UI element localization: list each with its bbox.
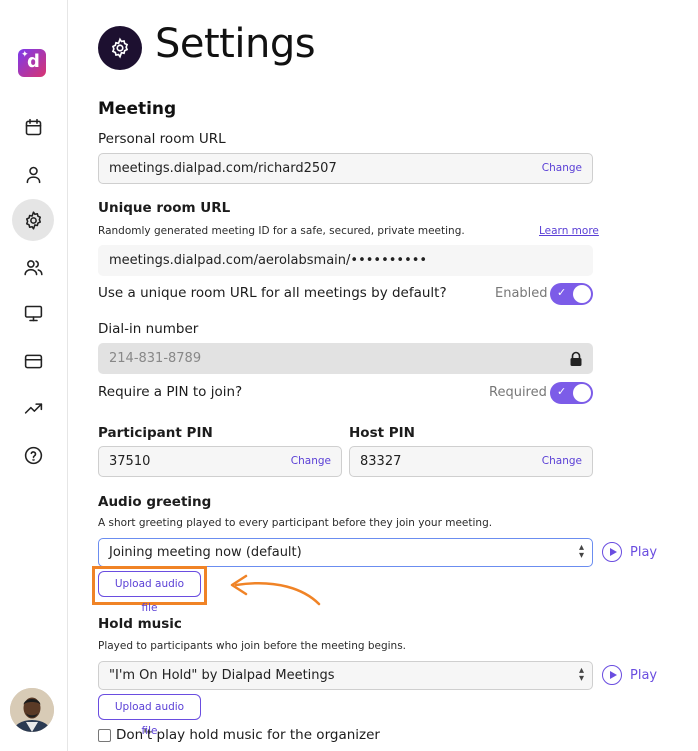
participant-pin-value: 37510 bbox=[109, 454, 151, 469]
dial-in-label: Dial-in number bbox=[98, 321, 199, 337]
host-pin-label: Host PIN bbox=[349, 425, 415, 441]
toggle-knob bbox=[573, 384, 591, 402]
help-icon bbox=[24, 446, 42, 464]
user-icon bbox=[26, 166, 40, 183]
trending-up-icon bbox=[24, 402, 42, 414]
credit-card-icon bbox=[24, 354, 42, 368]
audio-greeting-helper: A short greeting played to every partici… bbox=[98, 517, 493, 529]
audio-greeting-upload-button[interactable]: Upload audio file bbox=[98, 571, 201, 614]
host-pin-value: 83327 bbox=[360, 454, 402, 469]
user-avatar-image bbox=[10, 688, 54, 732]
require-pin-toggle[interactable]: ✓ bbox=[550, 382, 593, 404]
gear-icon bbox=[111, 37, 129, 59]
sidebar-item-devices[interactable] bbox=[12, 292, 54, 334]
hold-music-label: Hold music bbox=[98, 616, 182, 632]
chevron-up-down-icon: ▴ ▾ bbox=[578, 665, 584, 684]
hold-music-upload-button[interactable]: Upload audio file bbox=[98, 694, 201, 737]
unique-room-default-toggle[interactable]: ✓ bbox=[550, 283, 593, 305]
unique-room-url-field: meetings.dialpad.com/aerolabsmain/••••••… bbox=[98, 245, 593, 276]
learn-more-link[interactable]: Learn more bbox=[539, 225, 599, 237]
audio-greeting-play-button[interactable]: Play bbox=[602, 542, 657, 562]
chevron-up-down-icon: ▴ ▾ bbox=[578, 542, 584, 561]
organizer-hold-music-checkbox[interactable] bbox=[98, 729, 111, 742]
personal-room-change-link[interactable]: Change bbox=[542, 162, 582, 174]
audio-greeting-play-label: Play bbox=[630, 544, 658, 560]
dialpad-logo[interactable]: ✦ d bbox=[18, 49, 46, 77]
audio-greeting-select[interactable]: Joining meeting now (default) ▴ ▾ bbox=[98, 538, 593, 567]
hold-music-select[interactable]: "I'm On Hold" by Dialpad Meetings ▴ ▾ bbox=[98, 661, 593, 690]
audio-greeting-selected: Joining meeting now (default) bbox=[109, 545, 302, 560]
settings-title-icon bbox=[98, 26, 142, 70]
dial-in-number-value: 214-831-8789 bbox=[109, 351, 202, 366]
personal-room-label: Personal room URL bbox=[98, 131, 226, 147]
gear-icon bbox=[25, 210, 41, 230]
check-icon: ✓ bbox=[557, 286, 567, 299]
unique-room-url-value: meetings.dialpad.com/aerolabsmain/••••••… bbox=[109, 253, 428, 268]
sidebar-item-contacts[interactable] bbox=[12, 246, 54, 288]
calendar-icon bbox=[25, 118, 41, 135]
sidebar-item-calendar[interactable] bbox=[12, 106, 54, 148]
play-icon bbox=[602, 665, 622, 685]
page-title: Settings bbox=[155, 21, 316, 67]
play-icon bbox=[602, 542, 622, 562]
lock-icon bbox=[570, 351, 582, 366]
hold-music-helper: Played to participants who join before t… bbox=[98, 640, 407, 652]
participant-pin-change-link[interactable]: Change bbox=[291, 455, 331, 467]
sidebar-item-analytics[interactable] bbox=[12, 387, 54, 429]
section-title-meeting: Meeting bbox=[98, 99, 177, 119]
arrow-annotation-icon bbox=[230, 574, 321, 606]
sidebar: ✦ d bbox=[0, 0, 68, 751]
unique-room-helper: Randomly generated meeting ID for a safe… bbox=[98, 225, 465, 237]
dial-in-number-field: 214-831-8789 bbox=[98, 343, 593, 374]
avatar[interactable] bbox=[10, 688, 54, 732]
users-icon bbox=[23, 259, 43, 275]
personal-room-url-field[interactable]: meetings.dialpad.com/richard2507 Change bbox=[98, 153, 593, 184]
unique-room-label: Unique room URL bbox=[98, 200, 231, 216]
participant-pin-label: Participant PIN bbox=[98, 425, 213, 441]
hold-music-play-label: Play bbox=[630, 667, 658, 683]
audio-greeting-label: Audio greeting bbox=[98, 494, 212, 510]
sidebar-item-help[interactable] bbox=[12, 434, 54, 476]
toggle-knob bbox=[573, 285, 591, 303]
check-icon: ✓ bbox=[557, 385, 567, 398]
participant-pin-field[interactable]: 37510 Change bbox=[98, 446, 342, 477]
monitor-icon bbox=[24, 305, 42, 321]
unique-room-toggle-status: Enabled bbox=[495, 286, 548, 301]
logo-letter: d bbox=[27, 51, 40, 72]
hold-music-selected: "I'm On Hold" by Dialpad Meetings bbox=[109, 668, 335, 683]
host-pin-field[interactable]: 83327 Change bbox=[349, 446, 593, 477]
host-pin-change-link[interactable]: Change bbox=[542, 455, 582, 467]
sidebar-item-billing[interactable] bbox=[12, 340, 54, 382]
organizer-hold-music-label: Don't play hold music for the organizer bbox=[116, 727, 380, 743]
hold-music-play-button[interactable]: Play bbox=[602, 665, 657, 685]
pin-question: Require a PIN to join? bbox=[98, 384, 243, 400]
sidebar-item-settings[interactable] bbox=[12, 199, 54, 241]
pin-toggle-status: Required bbox=[489, 385, 547, 400]
sidebar-item-profile[interactable] bbox=[12, 153, 54, 195]
unique-room-default-question: Use a unique room URL for all meetings b… bbox=[98, 285, 447, 301]
personal-room-url-value: meetings.dialpad.com/richard2507 bbox=[109, 161, 337, 176]
